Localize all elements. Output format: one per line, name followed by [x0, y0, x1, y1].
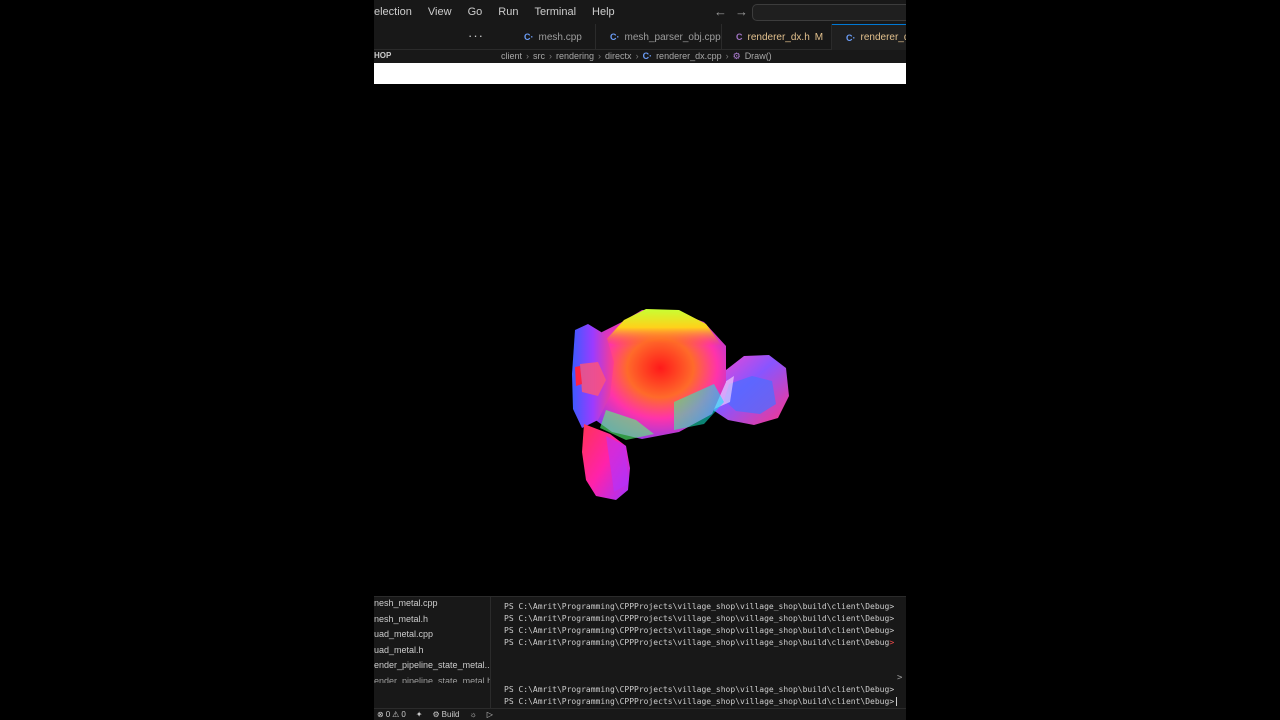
gear-icon: ⚙	[432, 710, 440, 719]
render-viewport[interactable]	[374, 84, 906, 596]
terminal-line: PS C:\Amrit\Programming\CPPProjects\vill…	[504, 602, 895, 611]
menu-run[interactable]: Run	[498, 6, 518, 18]
sidebar-title-area: ···	[374, 24, 489, 50]
arrow-right-icon[interactable]: →	[735, 4, 748, 19]
breadcrumb-row: HOP client › src › rendering › directx ›…	[374, 50, 906, 63]
menu-selection[interactable]: election	[374, 6, 412, 18]
chevron-right-icon: ›	[598, 51, 602, 61]
terminal-line: PS C:\Amrit\Programming\CPPProjects\vill…	[504, 685, 895, 694]
tab-label: mesh.cpp	[538, 31, 582, 43]
chevron-right-icon: ›	[526, 51, 530, 61]
cpp-file-icon: C·	[610, 32, 620, 42]
explorer-file-list: nesh_metal.cpp nesh_metal.h uad_metal.cp…	[374, 597, 490, 709]
history-nav: ← →	[714, 4, 748, 19]
build-button[interactable]: ⚙ Build	[432, 710, 459, 719]
vscode-window: election View Go Run Terminal Help ← → ·…	[374, 0, 906, 720]
terminal-cursor	[896, 697, 898, 706]
more-actions-icon[interactable]: ···	[468, 28, 484, 43]
suzanne-monkey-head	[572, 309, 789, 500]
chevron-right-icon: ›	[549, 51, 553, 61]
breadcrumb: client › src › rendering › directx › C· …	[501, 51, 772, 62]
explorer-file[interactable]: uad_metal.cpp	[374, 628, 490, 644]
menu-help[interactable]: Help	[592, 6, 615, 18]
breadcrumb-src[interactable]: src	[533, 51, 545, 62]
command-center-search[interactable]	[752, 4, 906, 21]
editor-tab-bar: ··· C· mesh.cpp C· mesh_parser_obj.cpp C…	[374, 24, 906, 50]
build-label: Build	[441, 710, 460, 719]
terminal-caret: >	[889, 638, 895, 647]
menu-terminal[interactable]: Terminal	[534, 6, 576, 18]
breadcrumb-file[interactable]: renderer_dx.cpp	[656, 51, 722, 62]
status-bar: ⊗ 0 ⚠ 0 ✦ ⚙ Build ☼ ▷	[374, 708, 906, 720]
method-cube-icon: ⚙	[732, 51, 741, 61]
terminal-line: PS C:\Amrit\Programming\CPPProjects\vill…	[504, 626, 895, 635]
render-window-titlebar[interactable]	[374, 63, 906, 84]
breadcrumb-client[interactable]: client	[501, 51, 522, 62]
explorer-file[interactable]: ender_pipeline_state_metal....	[374, 659, 490, 675]
breadcrumb-directx[interactable]: directx	[605, 51, 632, 62]
bottom-panel: nesh_metal.cpp nesh_metal.h uad_metal.cp…	[374, 596, 906, 709]
terminal-panel[interactable]: PS C:\Amrit\Programming\CPPProjects\vill…	[490, 597, 906, 709]
cpp-file-icon: C·	[524, 32, 534, 42]
arrow-left-icon[interactable]: ←	[714, 4, 727, 19]
chevron-right-icon: ›	[635, 51, 639, 61]
cpp-file-icon: C·	[846, 32, 856, 43]
terminal-prompt-line: PS C:\Amrit\Programming\CPPProjects\vill…	[504, 697, 898, 706]
terminal-line: PS C:\Amrit\Programming\CPPProjects\vill…	[504, 614, 895, 623]
modified-flag: M	[814, 31, 824, 43]
explorer-file[interactable]: ender_pipeline_state_metal.h	[374, 675, 490, 683]
explorer-file[interactable]: nesh_metal.cpp	[374, 597, 490, 613]
menu-bar: election View Go Run Terminal Help ← →	[374, 0, 906, 24]
breadcrumb-rendering[interactable]: rendering	[556, 51, 594, 62]
warning-icon: ⚠	[392, 710, 400, 719]
cpp-file-icon: C·	[642, 51, 653, 61]
header-file-icon: C	[736, 32, 743, 42]
terminal-line-text: PS C:\Amrit\Programming\CPPProjects\vill…	[504, 638, 890, 647]
bug-icon[interactable]: ☼	[469, 710, 476, 719]
sidebar-header: HOP	[374, 51, 392, 60]
tab-label: mesh_parser_obj.cpp	[624, 31, 721, 43]
terminal-prompt: PS C:\Amrit\Programming\CPPProjects\vill…	[504, 697, 895, 706]
error-count: 0	[385, 710, 391, 719]
warning-count: 0	[401, 710, 406, 719]
tab-mesh-cpp[interactable]: C· mesh.cpp	[510, 24, 596, 50]
head-top	[604, 309, 722, 346]
tab-renderer-dx-h[interactable]: C renderer_dx.h M	[722, 24, 832, 50]
explorer-file[interactable]: nesh_metal.h	[374, 613, 490, 629]
chevron-right-icon: ›	[725, 51, 729, 61]
terminal-line-with-caret: PS C:\Amrit\Programming\CPPProjects\vill…	[504, 638, 894, 647]
tab-label: renderer_dx.c	[860, 32, 907, 43]
menu-go[interactable]: Go	[468, 6, 483, 18]
play-icon[interactable]: ▷	[487, 710, 493, 719]
problems-indicator[interactable]: ⊗ 0 ⚠ 0	[377, 710, 406, 719]
terminal-chevron-icon: >	[897, 673, 903, 683]
menu-view[interactable]: View	[428, 6, 452, 18]
explorer-file[interactable]: uad_metal.h	[374, 644, 490, 660]
tab-renderer-dx-cpp[interactable]: C· renderer_dx.c	[832, 24, 906, 50]
tab-label: renderer_dx.h	[747, 31, 810, 43]
debug-icon[interactable]: ✦	[416, 710, 423, 719]
error-icon: ⊗	[377, 710, 384, 719]
tab-mesh-parser-obj-cpp[interactable]: C· mesh_parser_obj.cpp	[596, 24, 722, 50]
breadcrumb-symbol[interactable]: Draw()	[745, 51, 772, 62]
